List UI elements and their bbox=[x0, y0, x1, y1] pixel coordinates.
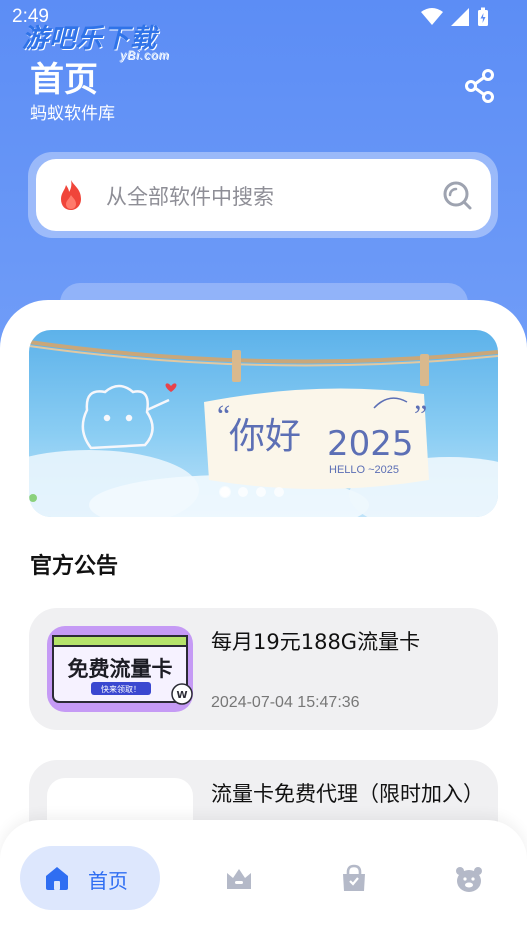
announcement-card[interactable]: 免费流量卡 快来领取！ W 每月19元188G流量卡 2024-07-04 15… bbox=[29, 608, 498, 730]
pagination-dot[interactable] bbox=[274, 487, 284, 497]
announcement-date: 2024-07-04 15:47:36 bbox=[211, 694, 360, 711]
announcement-title: 每月19元188G流量卡 bbox=[211, 630, 421, 654]
bottom-navigation: 首页 bbox=[0, 820, 527, 937]
banner-caption: HELLO ~2025 bbox=[329, 464, 399, 476]
search-placeholder[interactable]: 从全部软件中搜索 bbox=[106, 181, 274, 211]
banner-headline: 你好 bbox=[229, 416, 301, 457]
nav-label-home: 首页 bbox=[88, 869, 128, 893]
page-subtitle: 蚂蚁软件库 bbox=[30, 104, 115, 124]
bear-icon[interactable] bbox=[454, 864, 484, 894]
wifi-icon bbox=[421, 8, 443, 25]
svg-text:W: W bbox=[176, 690, 187, 701]
announcements-heading: 官方公告 bbox=[30, 554, 119, 579]
nav-item-home[interactable]: 首页 bbox=[20, 846, 160, 910]
announcement-title: 流量卡免费代理（限时加入） bbox=[211, 782, 484, 806]
crown-icon[interactable] bbox=[224, 864, 254, 894]
search-icon[interactable] bbox=[440, 178, 474, 212]
flame-icon bbox=[61, 180, 81, 210]
signal-icon bbox=[451, 8, 469, 26]
share-icon[interactable] bbox=[462, 68, 498, 104]
thumbnail-text: 免费流量卡 bbox=[68, 657, 173, 681]
search-bar[interactable]: 从全部软件中搜索 bbox=[36, 159, 491, 231]
banner-close-quote: ” bbox=[414, 399, 427, 432]
banner-pagination bbox=[220, 487, 284, 497]
pagination-dot[interactable] bbox=[256, 487, 266, 497]
banner-year: 2025 bbox=[327, 424, 414, 464]
pagination-dot-active[interactable] bbox=[220, 487, 230, 497]
page-title: 首页 bbox=[30, 60, 98, 100]
pagination-dot[interactable] bbox=[238, 487, 248, 497]
thumbnail-button-text: 快来领取！ bbox=[101, 684, 141, 694]
home-icon bbox=[46, 867, 68, 890]
watermark-sub: yBi.com bbox=[120, 48, 170, 62]
bag-icon[interactable] bbox=[339, 864, 369, 894]
battery-icon bbox=[478, 7, 488, 26]
status-icons bbox=[421, 7, 489, 27]
announcement-thumbnail: 免费流量卡 快来领取！ W bbox=[47, 626, 193, 712]
